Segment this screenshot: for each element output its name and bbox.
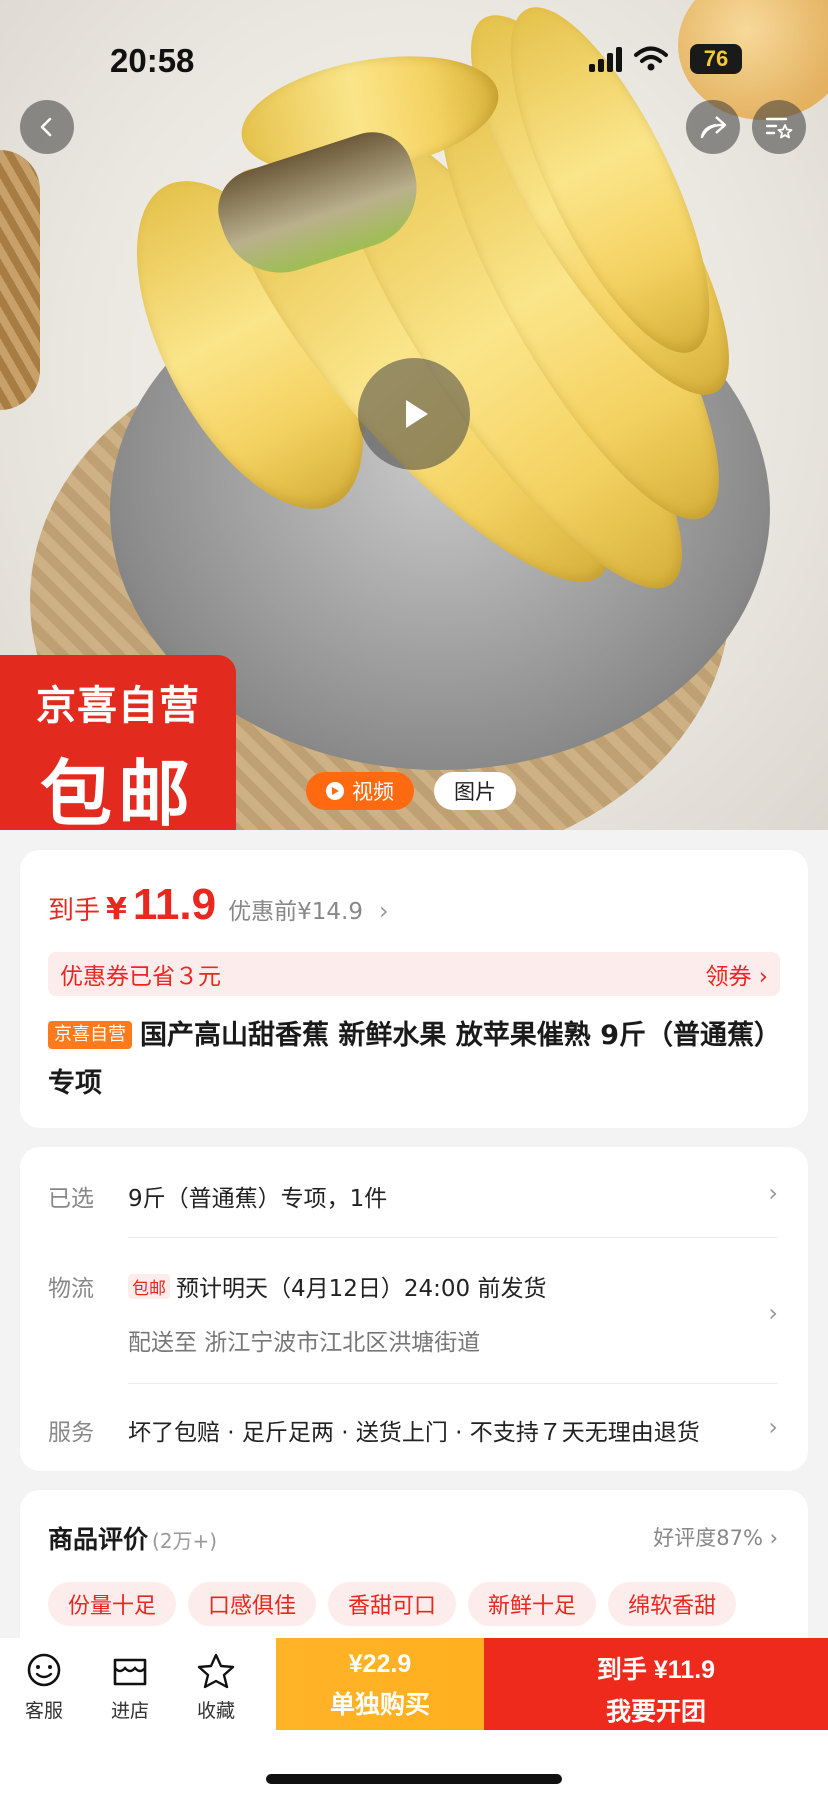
group-price: 到手 ¥11.9 [596,1656,716,1684]
chevron-right-icon: › [769,1526,778,1550]
price-value: 11.9 [132,880,217,929]
store-label: 进店 [110,1700,149,1722]
review-count: (2万+) [152,1529,218,1553]
customer-service-button[interactable]: 客服 [4,1652,84,1723]
self-operated-tag: 京喜自营 [48,1021,132,1049]
play-video-button[interactable] [358,358,470,470]
chevron-right-icon: › [768,1413,778,1441]
home-indicator[interactable] [266,1774,562,1784]
product-title: 国产高山甜香蕉 新鲜水果 放苹果催熟 9斤（普通蕉）专项 [48,1020,781,1099]
back-button[interactable] [20,100,74,154]
info-card: 已选 9斤（普通蕉）专项，1件 › 物流 包邮 预计明天（4月12日）24:00 … [20,1147,808,1471]
favorites-list-icon [765,117,793,139]
favorite-label: 收藏 [196,1700,235,1722]
chevron-right-icon: › [758,964,768,990]
wifi-icon [634,46,668,71]
solo-label: 单独购买 [329,1690,430,1719]
review-title-row[interactable]: 商品评价 (2万+) [48,1520,217,1556]
logistics-value: 预计明天（4月12日）24:00 前发货 [176,1276,547,1302]
claim-coupon-label: 领券 [705,964,752,990]
tab-video-label: 视频 [352,780,394,804]
coupon-bar[interactable]: 优惠券已省３元 领券 › [48,952,780,996]
customer-service-label: 客服 [24,1700,63,1722]
favorite-button[interactable]: 收藏 [176,1652,256,1723]
free-shipping-badge: 包邮 [128,1274,170,1299]
store-button[interactable]: 进店 [90,1652,170,1723]
favorites-list-button[interactable] [752,100,806,154]
media-tabs: 视频 图片 [306,772,516,810]
star-icon [197,1653,235,1689]
chevron-right-icon: › [768,1179,778,1207]
service-row[interactable]: 服务 坏了包赔 · 足斤足两 · 送货上门 · 不支持７天无理由退货 › [48,1413,778,1447]
selected-value: 9斤（普通蕉）专项，1件 [128,1186,388,1212]
store-icon [113,1658,147,1686]
promo-badge: 京喜自营 包邮 [0,655,236,830]
review-chip[interactable]: 口感俱佳 [188,1582,317,1626]
back-icon [40,117,52,137]
delivery-address: 配送至 浙江宁波市江北区洪塘街道 [128,1330,481,1356]
review-chip[interactable]: 份量十足 [48,1582,177,1626]
signal-icon [589,46,622,72]
selected-spec-row[interactable]: 已选 9斤（普通蕉）专项，1件 › [48,1179,778,1213]
review-chip[interactable]: 香甜可口 [328,1582,457,1626]
review-title: 商品评价 [48,1525,149,1554]
price-row[interactable]: 到手 ¥ 11.9 优惠前¥14.9 › [48,880,389,930]
price-card: 到手 ¥ 11.9 优惠前¥14.9 › 优惠券已省３元 领券 › 京喜自营 国产… [20,850,808,1128]
service-label: 服务 [48,1420,94,1446]
promo-badge-line1: 京喜自营 [36,683,200,729]
review-rate-link[interactable]: 好评度87% › [653,1522,778,1552]
share-button[interactable] [686,100,740,154]
tab-image[interactable]: 图片 [434,772,516,810]
review-chips: 份量十足 口感俱佳 香甜可口 新鲜十足 绵软香甜 [48,1582,737,1626]
review-chip[interactable]: 绵软香甜 [608,1582,737,1626]
status-icons [589,46,668,72]
service-value: 坏了包赔 · 足斤足两 · 送货上门 · 不支持７天无理由退货 [128,1420,700,1446]
logistics-row[interactable]: 物流 包邮 预计明天（4月12日）24:00 前发货 配送至 浙江宁波市江北区洪塘… [48,1269,778,1357]
tab-video[interactable]: 视频 [306,772,414,810]
price-currency: ¥ [106,892,127,927]
selected-label: 已选 [48,1186,94,1212]
promo-badge-line2: 包邮 [39,752,196,830]
price-label: 到手 [48,896,101,926]
logistics-label: 物流 [48,1276,94,1302]
chat-icon [27,1653,61,1687]
divider [128,1383,778,1384]
original-price: 优惠前¥14.9 [228,899,363,925]
buy-solo-button[interactable]: ¥22.9 单独购买 [276,1638,484,1730]
chevron-right-icon: › [768,1299,778,1327]
product-title-block: 京喜自营 国产高山甜香蕉 新鲜水果 放苹果催熟 9斤（普通蕉）专项 [48,1012,788,1108]
divider [128,1237,778,1238]
basket-decoration [0,150,40,410]
group-label: 我要开团 [605,1697,706,1726]
battery-indicator: 76 [690,44,742,74]
group-buy-button[interactable]: 到手 ¥11.9 我要开团 [484,1638,828,1730]
review-chip[interactable]: 新鲜十足 [468,1582,597,1626]
chevron-right-icon: › [378,897,389,925]
play-icon [326,782,344,800]
solo-price: ¥22.9 [348,1650,412,1678]
play-icon [406,400,428,428]
status-time: 20:58 [110,42,195,79]
share-icon [700,116,727,139]
coupon-text: 优惠券已省３元 [60,964,221,990]
review-rate: 好评度87% [653,1526,763,1550]
tab-image-label: 图片 [454,780,496,804]
claim-coupon-button[interactable]: 领券 › [705,957,768,991]
product-hero-image[interactable]: 20:58 76 京喜自营 包邮 视频 图片 [0,0,828,830]
